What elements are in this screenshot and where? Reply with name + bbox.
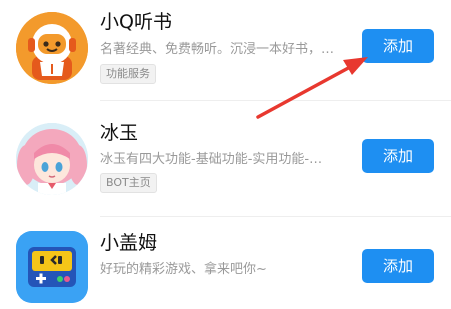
item-title: 冰玉 (100, 122, 139, 144)
item-title: 小Q听书 (100, 11, 172, 33)
add-button[interactable]: 添加 (362, 139, 434, 173)
item-description: 好玩的精彩游戏、拿来吧你~ (100, 262, 267, 277)
list-item[interactable]: 冰玉 冰玉有四大功能-基础功能-实用功能-… BOT主页 添加 (0, 101, 451, 217)
add-button[interactable]: 添加 (362, 29, 434, 63)
item-description: 名著经典、免费畅听。沉浸一本好书，… (100, 42, 335, 57)
item-tag: 功能服务 (100, 64, 156, 84)
list-item[interactable]: 小盖姆 好玩的精彩游戏、拿来吧你~ 添加 (0, 217, 451, 309)
item-title: 小盖姆 (100, 232, 158, 254)
headphone-robot-icon (16, 12, 88, 84)
gamepad-robot-icon (16, 231, 88, 303)
item-tag: BOT主页 (100, 173, 157, 193)
item-description: 冰玉有四大功能-基础功能-实用功能-… (100, 152, 323, 167)
anime-girl-avatar (16, 123, 88, 195)
add-button[interactable]: 添加 (362, 249, 434, 283)
list-item[interactable]: 小Q听书 名著经典、免费畅听。沉浸一本好书，… 功能服务 添加 (0, 0, 451, 101)
